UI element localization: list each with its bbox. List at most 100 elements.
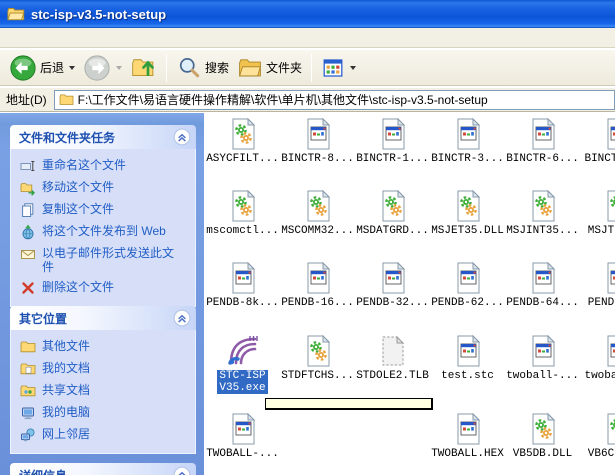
file-item[interactable]: VB5DB.DLL bbox=[505, 409, 580, 460]
file-item[interactable]: twoball-... bbox=[505, 331, 580, 394]
file-item[interactable]: MSJINT35... bbox=[505, 186, 580, 237]
file-item[interactable]: MSDATGRD... bbox=[355, 186, 430, 237]
file-item[interactable]: test.stc bbox=[430, 331, 505, 394]
file-item[interactable]: BINCTR-3... bbox=[430, 114, 505, 165]
toolbar-separator bbox=[166, 54, 167, 82]
file-label: VB6CHS... bbox=[588, 448, 615, 460]
ocx-icon bbox=[451, 412, 485, 446]
menu-bar bbox=[0, 28, 615, 48]
place-link[interactable]: 网上邻居 bbox=[20, 427, 191, 443]
file-label: PENDB-16... bbox=[281, 297, 354, 309]
place-link[interactable]: 我的电脑 bbox=[20, 405, 191, 421]
window-title: stc-isp-v3.5-not-setup bbox=[31, 7, 166, 22]
panel-other-places-header[interactable]: 其它位置 bbox=[10, 306, 196, 330]
file-item[interactable]: STDFTCHS... bbox=[280, 331, 355, 394]
task-link[interactable]: 删除这个文件 bbox=[20, 280, 191, 296]
file-icon bbox=[601, 189, 615, 223]
panel-title: 文件和文件夹任务 bbox=[19, 129, 115, 146]
stc-icon bbox=[226, 334, 260, 368]
search-icon bbox=[176, 55, 202, 81]
file-label: TWOBALL-... bbox=[206, 448, 279, 460]
toolbar-separator bbox=[311, 54, 312, 82]
file-item[interactable]: PENDB-32... bbox=[355, 258, 430, 309]
chevron-up-icon[interactable] bbox=[173, 128, 191, 146]
ocx-icon bbox=[451, 261, 485, 295]
task-link[interactable]: 复制这个文件 bbox=[20, 202, 191, 218]
dll-icon bbox=[226, 189, 260, 223]
place-link[interactable]: 其他文件 bbox=[20, 339, 191, 355]
ocx-icon bbox=[601, 334, 615, 368]
file-item[interactable]: BINCTR-6... bbox=[505, 114, 580, 165]
task-link[interactable]: 以电子邮件形式发送此文件 bbox=[20, 246, 191, 274]
file-item[interactable]: ASYCFILT... bbox=[205, 114, 280, 165]
task-icon bbox=[20, 180, 36, 196]
file-item[interactable]: MSCOMM32... bbox=[280, 186, 355, 237]
up-button[interactable] bbox=[126, 52, 161, 84]
file-item[interactable]: TWOBALL-... bbox=[205, 409, 280, 460]
ocx-icon bbox=[376, 117, 410, 151]
file-item[interactable]: BINCTR-... bbox=[580, 114, 615, 165]
panel-details-header[interactable]: 详细信息 bbox=[10, 463, 196, 475]
file-item[interactable]: STDOLE2.TLB bbox=[355, 331, 430, 394]
file-item[interactable]: mscomctl... bbox=[205, 186, 280, 237]
title-bar[interactable]: stc-isp-v3.5-not-setup bbox=[0, 0, 615, 28]
ocx-icon bbox=[226, 261, 260, 295]
file-label: TWOBALL.HEX bbox=[431, 448, 504, 460]
file-item[interactable]: PENDB-8k... bbox=[205, 258, 280, 309]
ocx-icon bbox=[451, 334, 485, 368]
panel-title: 其它位置 bbox=[19, 310, 67, 327]
folders-button[interactable]: 文件夹 bbox=[233, 52, 306, 84]
forward-button[interactable] bbox=[79, 52, 126, 84]
file-item[interactable]: PENDB-62... bbox=[430, 258, 505, 309]
file-item[interactable]: PENDB-16... bbox=[280, 258, 355, 309]
file-item[interactable]: MSJTER... bbox=[580, 186, 615, 237]
views-icon bbox=[321, 56, 345, 80]
file-icon bbox=[376, 117, 410, 151]
file-icon bbox=[301, 117, 335, 151]
file-item[interactable]: twoball... bbox=[580, 331, 615, 394]
file-item[interactable]: BINCTR-8... bbox=[280, 114, 355, 165]
file-item[interactable]: PENDB-... bbox=[580, 258, 615, 309]
task-link[interactable]: 将这个文件发布到 Web bbox=[20, 224, 191, 240]
back-dropdown-caret[interactable] bbox=[69, 66, 75, 70]
file-item[interactable]: VB6CHS... bbox=[580, 409, 615, 460]
place-label: 我的电脑 bbox=[42, 405, 90, 419]
menu-item[interactable] bbox=[22, 36, 42, 40]
file-item[interactable]: PENDB-64... bbox=[505, 258, 580, 309]
views-dropdown-caret[interactable] bbox=[350, 66, 356, 70]
file-icon bbox=[226, 334, 260, 368]
file-item[interactable]: TWOBALL.HEX bbox=[430, 409, 505, 460]
file-label: PENDB-... bbox=[588, 297, 615, 309]
place-link[interactable]: 我的文档 bbox=[20, 361, 191, 377]
menu-item[interactable] bbox=[62, 36, 82, 40]
file-icon bbox=[526, 189, 560, 223]
address-input[interactable]: F:\工作文件\易语言硬件操作精解\软件\单片机\其他文件\stc-isp-v3… bbox=[54, 90, 615, 110]
menu-item[interactable] bbox=[2, 36, 22, 40]
search-button[interactable]: 搜索 bbox=[172, 52, 233, 84]
file-icon bbox=[226, 189, 260, 223]
place-link[interactable]: 共享文档 bbox=[20, 383, 191, 399]
task-label: 复制这个文件 bbox=[42, 202, 114, 216]
place-icon bbox=[20, 339, 36, 355]
file-item[interactable]: STC-ISP V35.exe bbox=[205, 331, 280, 394]
file-label: twoball-... bbox=[506, 370, 579, 382]
views-button[interactable] bbox=[317, 52, 360, 84]
back-button[interactable]: 后退 bbox=[5, 52, 79, 84]
file-icon bbox=[451, 412, 485, 446]
menu-item[interactable] bbox=[42, 36, 62, 40]
task-link[interactable]: 移动这个文件 bbox=[20, 180, 191, 196]
dll-icon bbox=[301, 189, 335, 223]
task-link[interactable]: 重命名这个文件 bbox=[20, 158, 191, 174]
file-label: BINCTR-8... bbox=[281, 153, 354, 165]
file-row: TWOBALL-... TWOBALL.HEX VB5DB.DLL VB6CHS… bbox=[205, 409, 615, 460]
chevron-up-icon[interactable] bbox=[173, 309, 191, 327]
panel-file-tasks-header[interactable]: 文件和文件夹任务 bbox=[10, 125, 196, 149]
menu-item[interactable] bbox=[102, 36, 122, 40]
file-item[interactable]: BINCTR-1... bbox=[355, 114, 430, 165]
menu-item[interactable] bbox=[82, 36, 102, 40]
file-icon bbox=[601, 261, 615, 295]
file-item[interactable]: MSJET35.DLL bbox=[430, 186, 505, 237]
chevron-up-icon[interactable] bbox=[173, 466, 191, 475]
ocx-icon bbox=[376, 261, 410, 295]
toolbar: 后退 搜索 文件夹 bbox=[0, 49, 615, 86]
